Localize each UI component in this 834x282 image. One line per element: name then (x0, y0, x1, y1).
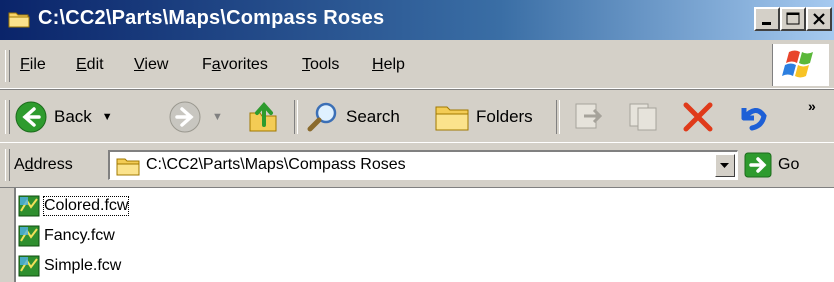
search-icon (307, 102, 337, 132)
menu-favorites[interactable]: Favorites (202, 56, 268, 74)
toolbar-separator (294, 100, 298, 134)
fcw-file-icon (18, 225, 40, 247)
copy-to-button[interactable] (626, 98, 662, 136)
minimize-button[interactable] (754, 7, 780, 31)
fcw-file-icon (18, 255, 40, 277)
folders-label: Folders (476, 107, 533, 126)
up-folder-icon (249, 101, 277, 132)
window-title: C:\CC2\Parts\Maps\Compass Roses (38, 7, 385, 29)
forward-dropdown-icon[interactable]: ▼ (212, 111, 223, 123)
move-to-button[interactable] (570, 98, 606, 136)
forward-button[interactable]: ▼ (168, 98, 223, 136)
menu-bar: File Edit View Favorites Tools Help (0, 40, 834, 89)
folders-icon (435, 106, 469, 131)
up-folder-button[interactable] (246, 98, 282, 136)
file-list[interactable]: Colored.fcw Fancy.fcw Simple.fcw (14, 188, 834, 282)
search-label: Search (346, 107, 400, 126)
file-name: Simple.fcw (44, 257, 122, 274)
go-button[interactable]: Go (744, 150, 799, 180)
delete-button[interactable] (680, 98, 716, 136)
menu-view[interactable]: View (134, 56, 168, 74)
standard-toolbar: Back ▼ ▼ Search Folders » (0, 89, 834, 142)
address-bar: Address C:\CC2\Parts\Maps\Compass Roses … (0, 142, 834, 188)
back-label: Back (54, 107, 92, 126)
go-label: Go (778, 156, 800, 173)
undo-icon (741, 108, 767, 131)
back-dropdown-icon[interactable]: ▼ (102, 111, 113, 123)
address-value: C:\CC2\Parts\Maps\Compass Roses (146, 156, 406, 173)
file-name: Fancy.fcw (44, 227, 115, 244)
minimize-icon (762, 22, 771, 25)
folder-icon (116, 156, 140, 181)
file-name: Colored.fcw (42, 196, 130, 216)
folder-icon (8, 10, 30, 28)
explorer-window: C:\CC2\Parts\Maps\Compass Roses File Edi… (0, 0, 834, 282)
forward-arrow-icon (169, 101, 201, 133)
list-item[interactable]: Simple.fcw (18, 252, 121, 280)
toolbar-grip[interactable] (5, 100, 10, 134)
move-to-icon (575, 103, 603, 129)
address-dropdown-button[interactable] (715, 154, 735, 177)
copy-to-icon (629, 103, 657, 131)
close-button[interactable] (806, 7, 832, 31)
menu-file[interactable]: File (20, 56, 46, 74)
search-button[interactable]: Search (306, 98, 400, 136)
fcw-file-icon (18, 195, 40, 217)
maximize-icon (786, 12, 800, 25)
address-input[interactable]: C:\CC2\Parts\Maps\Compass Roses (108, 150, 738, 180)
menu-grip[interactable] (5, 50, 10, 82)
menu-tools[interactable]: Tools (302, 56, 339, 74)
back-button[interactable]: Back ▼ (14, 98, 113, 136)
list-item[interactable]: Fancy.fcw (18, 222, 115, 250)
toolbar-separator (556, 100, 560, 134)
undo-button[interactable] (734, 98, 770, 136)
go-arrow-icon (744, 152, 772, 178)
folders-button[interactable]: Folders (434, 98, 533, 136)
list-item[interactable]: Colored.fcw (18, 192, 130, 220)
menu-help[interactable]: Help (372, 56, 405, 74)
chevron-down-icon (720, 163, 729, 168)
close-icon (813, 13, 825, 25)
windows-logo (772, 44, 829, 86)
title-bar[interactable]: C:\CC2\Parts\Maps\Compass Roses (0, 0, 834, 40)
back-arrow-icon (15, 101, 47, 133)
maximize-button[interactable] (780, 7, 806, 31)
delete-icon (683, 102, 713, 132)
address-label: Address (14, 156, 73, 173)
address-grip[interactable] (5, 149, 10, 181)
toolbar-chevron-icon[interactable]: » (808, 98, 816, 114)
menu-edit[interactable]: Edit (76, 56, 104, 74)
